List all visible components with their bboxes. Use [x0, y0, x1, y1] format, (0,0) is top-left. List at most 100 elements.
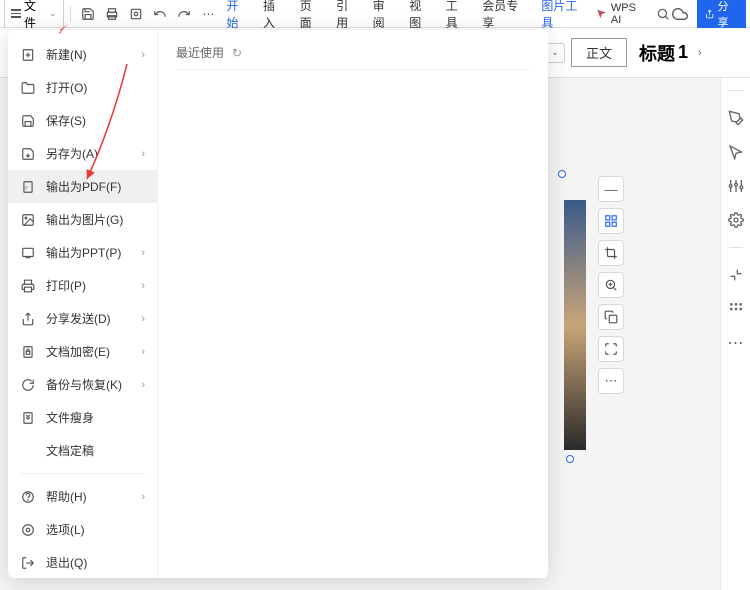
- menu-export-img[interactable]: 输出为图片(G): [8, 203, 157, 236]
- more-icon[interactable]: ⋯: [200, 6, 216, 22]
- collapse-icon[interactable]: —: [598, 176, 624, 202]
- print-icon: [20, 278, 36, 294]
- menu-encrypt[interactable]: 文档加密(E) ›: [8, 335, 157, 368]
- redo-icon[interactable]: [176, 6, 192, 22]
- share-label: 分享: [717, 0, 738, 30]
- gear-icon[interactable]: [727, 211, 745, 229]
- new-icon: [20, 47, 36, 63]
- zoom-icon[interactable]: [598, 272, 624, 298]
- menu-backup[interactable]: 备份与恢复(K) ›: [8, 368, 157, 401]
- selection-handle-top[interactable]: [558, 170, 566, 178]
- chevron-right-icon: ›: [141, 280, 145, 292]
- more-side-icon[interactable]: ⋯: [727, 334, 745, 352]
- side-divider-2: [729, 247, 743, 248]
- layout-icon[interactable]: [598, 208, 624, 234]
- side-divider: [729, 90, 743, 91]
- menu-export-pdf[interactable]: P 输出为PDF(F): [8, 170, 157, 203]
- dropdown-chip[interactable]: ⌄: [545, 43, 565, 63]
- menu-exit[interactable]: 退出(Q): [8, 546, 157, 579]
- svg-text:P: P: [25, 185, 28, 190]
- menu-export-pdf-label: 输出为PDF(F): [46, 178, 121, 195]
- chevron-right-icon: ›: [141, 379, 145, 391]
- tab-pic-tools[interactable]: 图片工具: [541, 0, 586, 31]
- save-icon[interactable]: [80, 6, 96, 22]
- menu-save[interactable]: 保存(S): [8, 104, 157, 137]
- image-float-toolbar: — ⋯: [598, 176, 624, 394]
- menu-backup-label: 备份与恢复(K): [46, 376, 122, 393]
- chevron-right-icon: ›: [141, 491, 145, 503]
- menu-print[interactable]: 打印(P) ›: [8, 269, 157, 302]
- right-sidebar: ⋯: [720, 78, 750, 590]
- save-as-icon: [20, 146, 36, 162]
- folder-icon: [20, 80, 36, 96]
- menu-options[interactable]: 选项(L): [8, 513, 157, 546]
- ribbon-tabs: 开始 插入 页面 引用 审阅 视图 工具 会员专享 图片工具: [226, 0, 586, 31]
- file-menu-recent-panel: 最近使用 ↻: [158, 30, 548, 578]
- quick-access: ⋯: [80, 6, 216, 22]
- preview-icon[interactable]: [128, 6, 144, 22]
- file-menu-list: 新建(N) › 打开(O) 保存(S) 另存为(A) › P 输出为PDF(F)…: [8, 30, 158, 578]
- tab-reference[interactable]: 引用: [336, 0, 359, 31]
- refresh-icon[interactable]: ↻: [232, 46, 242, 60]
- menu-encrypt-label: 文档加密(E): [46, 343, 110, 360]
- top-toolbar: 文件 ⌄ ⋯ 开始 插入 页面 引用 审阅 视图 工具 会员专享 图片工具 WP…: [0, 0, 750, 28]
- selection-handle-bottom[interactable]: [566, 455, 574, 463]
- options-icon: [20, 522, 36, 538]
- menu-exit-label: 退出(Q): [46, 554, 87, 571]
- menu-open-label: 打开(O): [46, 79, 87, 96]
- tab-tools[interactable]: 工具: [446, 0, 469, 31]
- tab-view[interactable]: 视图: [409, 0, 432, 31]
- menu-export-ppt[interactable]: 输出为PPT(P) ›: [8, 236, 157, 269]
- fullscreen-icon[interactable]: [598, 336, 624, 362]
- chevron-right-icon: ›: [141, 148, 145, 160]
- recent-divider: [176, 69, 530, 70]
- menu-print-label: 打印(P): [46, 277, 86, 294]
- menu-open[interactable]: 打开(O): [8, 71, 157, 104]
- menu-slim-label: 文件瘦身: [46, 409, 94, 426]
- chevron-down-icon: ⌄: [49, 8, 57, 19]
- wps-ai-icon: [596, 8, 607, 20]
- share-button[interactable]: 分享: [697, 0, 746, 32]
- more-actions-icon[interactable]: ⋯: [598, 368, 624, 394]
- menu-new-label: 新建(N): [46, 46, 87, 63]
- menu-save-as[interactable]: 另存为(A) ›: [8, 137, 157, 170]
- menu-finalize[interactable]: 文档定稿: [8, 434, 157, 467]
- style-title[interactable]: 标题 1: [639, 40, 688, 66]
- pen-icon[interactable]: [727, 109, 745, 127]
- recent-label: 最近使用: [176, 44, 224, 61]
- cursor-icon[interactable]: [727, 143, 745, 161]
- copy-icon[interactable]: [598, 304, 624, 330]
- menu-slim[interactable]: 文件瘦身: [8, 401, 157, 434]
- zoom-out-icon[interactable]: [727, 266, 745, 284]
- undo-icon[interactable]: [152, 6, 168, 22]
- wps-ai-button[interactable]: WPS AI: [596, 2, 647, 26]
- tab-insert[interactable]: 插入: [263, 0, 286, 31]
- menu-save-label: 保存(S): [46, 112, 86, 129]
- separator: [70, 6, 71, 22]
- menu-new[interactable]: 新建(N) ›: [8, 38, 157, 71]
- tab-review[interactable]: 审阅: [373, 0, 396, 31]
- chevron-right-icon[interactable]: ›: [698, 47, 702, 59]
- chevron-right-icon: ›: [141, 313, 145, 325]
- tab-start[interactable]: 开始: [226, 0, 249, 31]
- menu-help[interactable]: 帮助(H) ›: [8, 480, 157, 513]
- search-icon[interactable]: [655, 6, 670, 22]
- print-icon-quick[interactable]: [104, 6, 120, 22]
- menu-divider: [20, 473, 145, 474]
- style-body[interactable]: 正文: [571, 38, 627, 67]
- menu-finalize-label: 文档定稿: [46, 442, 94, 459]
- crop-icon[interactable]: [598, 240, 624, 266]
- grid-icon[interactable]: [727, 300, 745, 318]
- finalize-icon: [20, 443, 36, 459]
- tab-member[interactable]: 会员专享: [482, 0, 527, 31]
- exit-icon: [20, 555, 36, 571]
- style-title-num: 1: [678, 42, 688, 63]
- settings-icon[interactable]: [727, 177, 745, 195]
- share-send-icon: [20, 311, 36, 327]
- cloud-icon[interactable]: [670, 4, 689, 24]
- style-title-text: 标题: [639, 40, 675, 66]
- save-icon: [20, 113, 36, 129]
- menu-share-send[interactable]: 分享发送(D) ›: [8, 302, 157, 335]
- tab-page[interactable]: 页面: [300, 0, 323, 31]
- menu-options-label: 选项(L): [46, 521, 85, 538]
